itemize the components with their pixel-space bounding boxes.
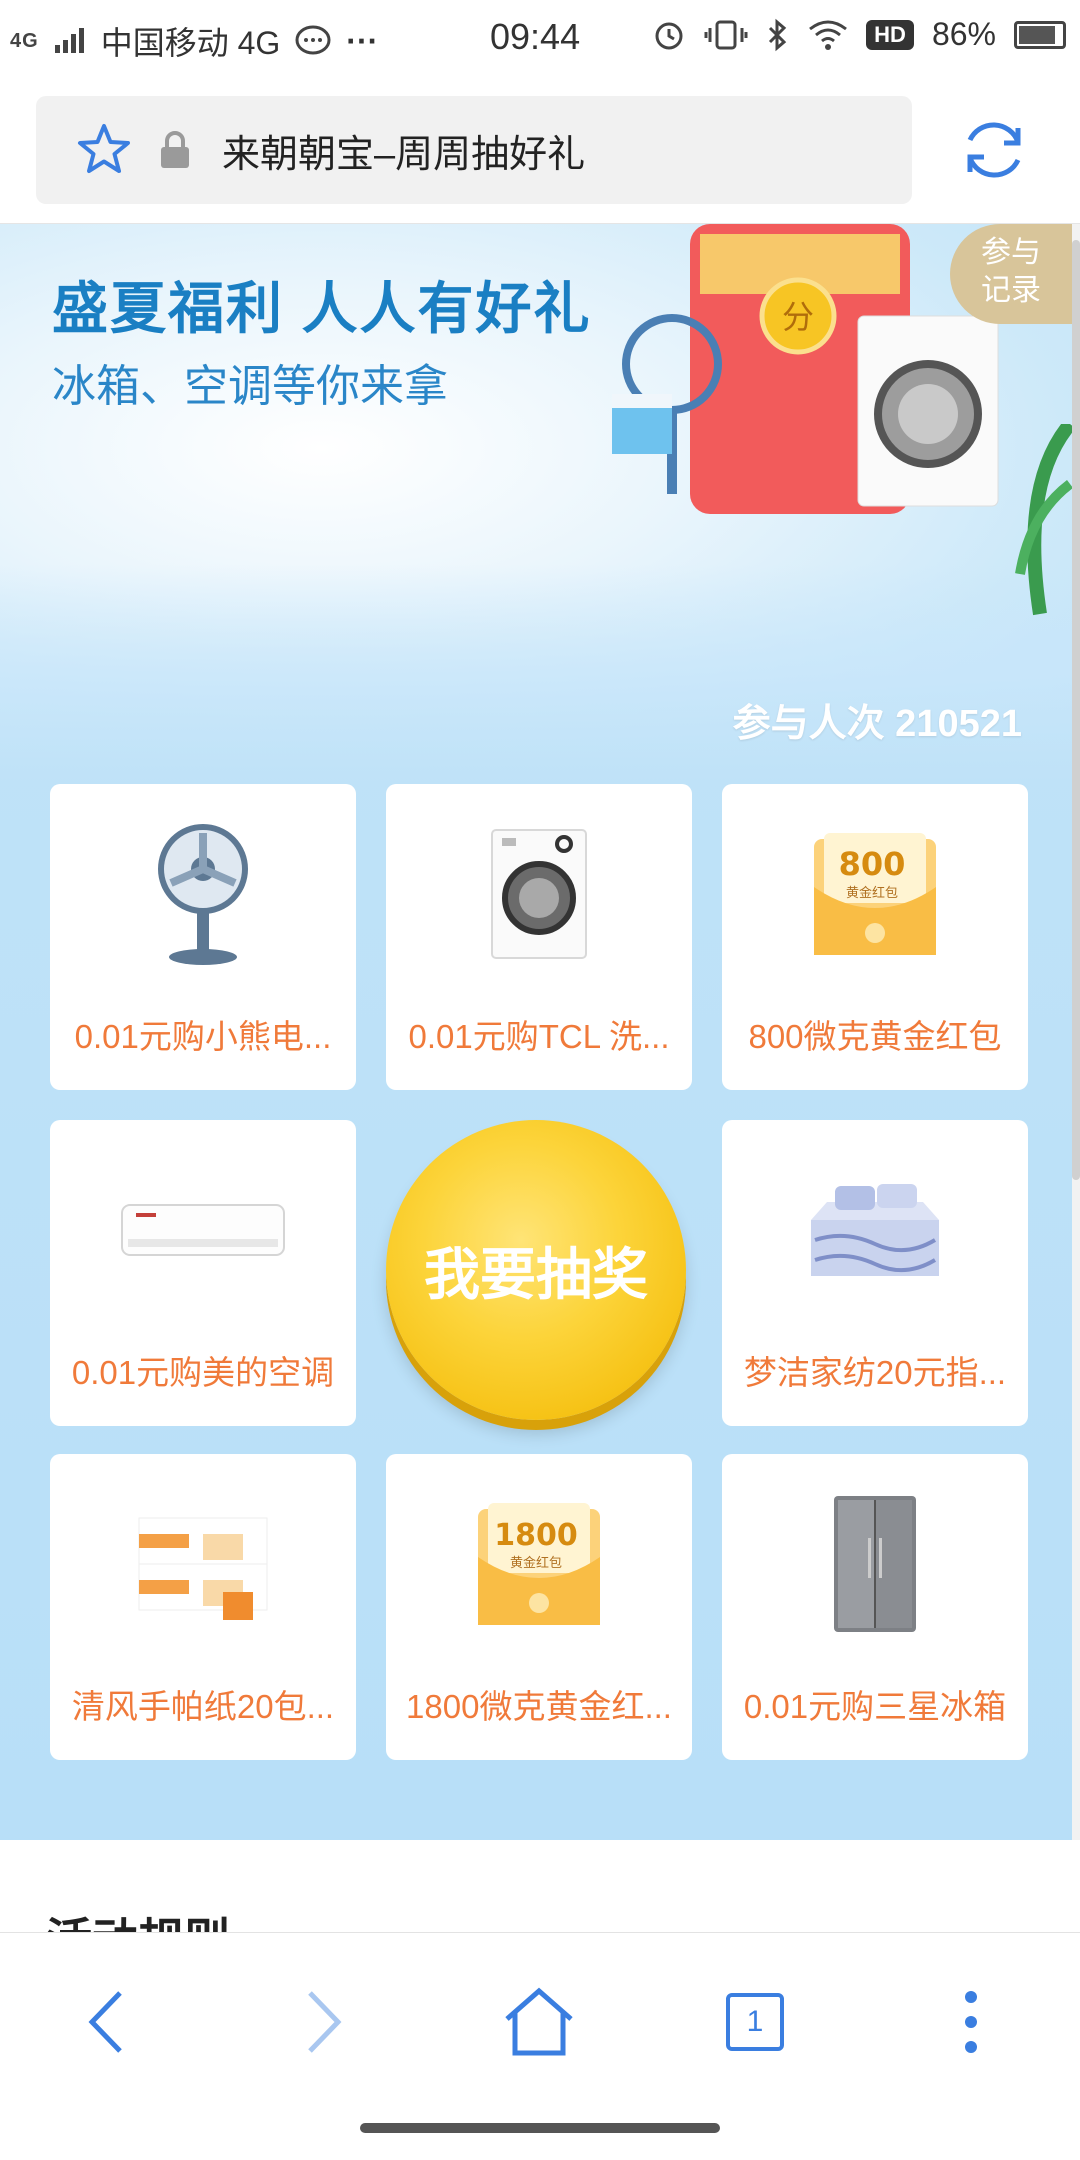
- status-bar: 4G 中国移动 4G ··· 09:44 HD 86%: [0, 0, 1080, 78]
- page-scrollbar[interactable]: [1072, 240, 1080, 1180]
- palm-leaf-decoration: [1015, 424, 1072, 616]
- prize-label: 0.01元购小熊电...: [74, 1018, 332, 1055]
- more-dots-icon: ···: [346, 22, 379, 59]
- browser-bottom-nav: 1: [0, 1932, 1080, 2160]
- home-icon: [505, 1987, 573, 2056]
- hd-badge: HD: [866, 19, 914, 50]
- battery-percent: 86%: [931, 16, 996, 52]
- washing-machine-icon: [491, 829, 587, 959]
- prize-card[interactable]: 0.01元购三星冰箱: [722, 1454, 1028, 1760]
- refresh-icon[interactable]: [956, 112, 1032, 188]
- envelope-caption: 黄金红包: [846, 885, 898, 901]
- prize-label: 清风手帕纸20包...: [71, 1688, 335, 1725]
- gold-envelope-icon: 800 黄金红包: [814, 833, 936, 955]
- signal-strength-icon: 4G: [10, 29, 39, 52]
- bookmark-star-icon[interactable]: [64, 122, 144, 178]
- home-button[interactable]: [494, 1977, 584, 2067]
- prize-label: 800微克黄金红包: [748, 1018, 1002, 1055]
- prize-label: 梦洁家纺20元指...: [743, 1354, 1007, 1391]
- prize-label: 1800微克黄金红...: [406, 1688, 672, 1725]
- envelope-amount: 800: [839, 845, 906, 883]
- prize-label: 0.01元购TCL 洗...: [408, 1018, 670, 1055]
- forward-arrow-icon: [308, 1991, 342, 2053]
- battery-icon: [1014, 20, 1066, 49]
- browser-address-bar: 来朝朝宝–周周抽好礼: [0, 78, 1080, 224]
- coin-label: 分: [782, 298, 814, 336]
- refrigerator-icon: [834, 1496, 916, 1632]
- bluetooth-icon: [769, 18, 787, 51]
- envelope-amount: 1800: [494, 1518, 578, 1553]
- lock-icon: [161, 131, 189, 168]
- participation-record-button[interactable]: 参与 记录: [950, 224, 1072, 324]
- back-arrow-icon: [88, 1991, 122, 2053]
- vibrate-icon: [704, 20, 748, 49]
- prize-card[interactable]: 梦洁家纺20元指...: [722, 1120, 1028, 1426]
- url-field[interactable]: 来朝朝宝–周周抽好礼: [36, 96, 912, 204]
- message-icon: [295, 25, 331, 55]
- tabs-button[interactable]: 1: [710, 1977, 800, 2067]
- record-button-line2: 记录: [981, 274, 1041, 307]
- more-vertical-icon: [965, 1991, 977, 2053]
- envelope-caption: 黄金红包: [510, 1555, 562, 1571]
- prize-label: 0.01元购三星冰箱: [743, 1688, 1007, 1725]
- carrier-label: 中国移动 4G: [100, 25, 281, 61]
- headline: 盛夏福利 人人有好礼: [52, 277, 592, 340]
- signal-bars-icon: [54, 28, 84, 53]
- gold-envelope-icon: 1800 黄金红包: [478, 1503, 600, 1625]
- clock: 09:44: [490, 16, 581, 57]
- participant-count: 参与人次 210521: [732, 703, 1022, 745]
- prize-card[interactable]: 800 黄金红包 800微克黄金红包: [722, 784, 1028, 1090]
- prize-card[interactable]: 0.01元购美的空调: [50, 1120, 356, 1426]
- bedding-icon: [811, 1184, 939, 1276]
- prize-card[interactable]: 清风手帕纸20包...: [50, 1454, 356, 1760]
- air-conditioner-icon: [121, 1204, 285, 1256]
- record-button-line1: 参与: [981, 236, 1041, 269]
- prize-card[interactable]: 0.01元购TCL 洗...: [386, 784, 692, 1090]
- web-page: 分 盛夏福利 人人有好礼 冰箱、空调等你来拿 参与 记录 参与人次 210521: [0, 224, 1080, 1840]
- wifi-icon: [809, 20, 848, 50]
- menu-button[interactable]: [926, 1977, 1016, 2067]
- prize-card[interactable]: 0.01元购小熊电...: [50, 784, 356, 1090]
- back-button[interactable]: [62, 1977, 152, 2067]
- subheadline: 冰箱、空调等你来拿: [52, 362, 448, 411]
- lottery-activity: 分 盛夏福利 人人有好礼 冰箱、空调等你来拿 参与 记录 参与人次 210521: [0, 224, 1072, 1840]
- gesture-home-indicator[interactable]: [360, 2123, 720, 2133]
- ice-decoration: [0, 564, 1072, 784]
- tab-count: 1: [726, 1993, 784, 2051]
- draw-lottery-button[interactable]: 我要抽奖: [386, 1120, 686, 1420]
- prize-label: 0.01元购美的空调: [71, 1354, 335, 1391]
- fan-icon: [158, 824, 248, 965]
- tissues-icon: [138, 1517, 268, 1620]
- prize-card[interactable]: 1800 黄金红包 1800微克黄金红...: [386, 1454, 692, 1760]
- forward-button[interactable]: [278, 1977, 368, 2067]
- alarm-icon: [655, 22, 683, 49]
- page-title: 来朝朝宝–周周抽好礼: [222, 133, 586, 176]
